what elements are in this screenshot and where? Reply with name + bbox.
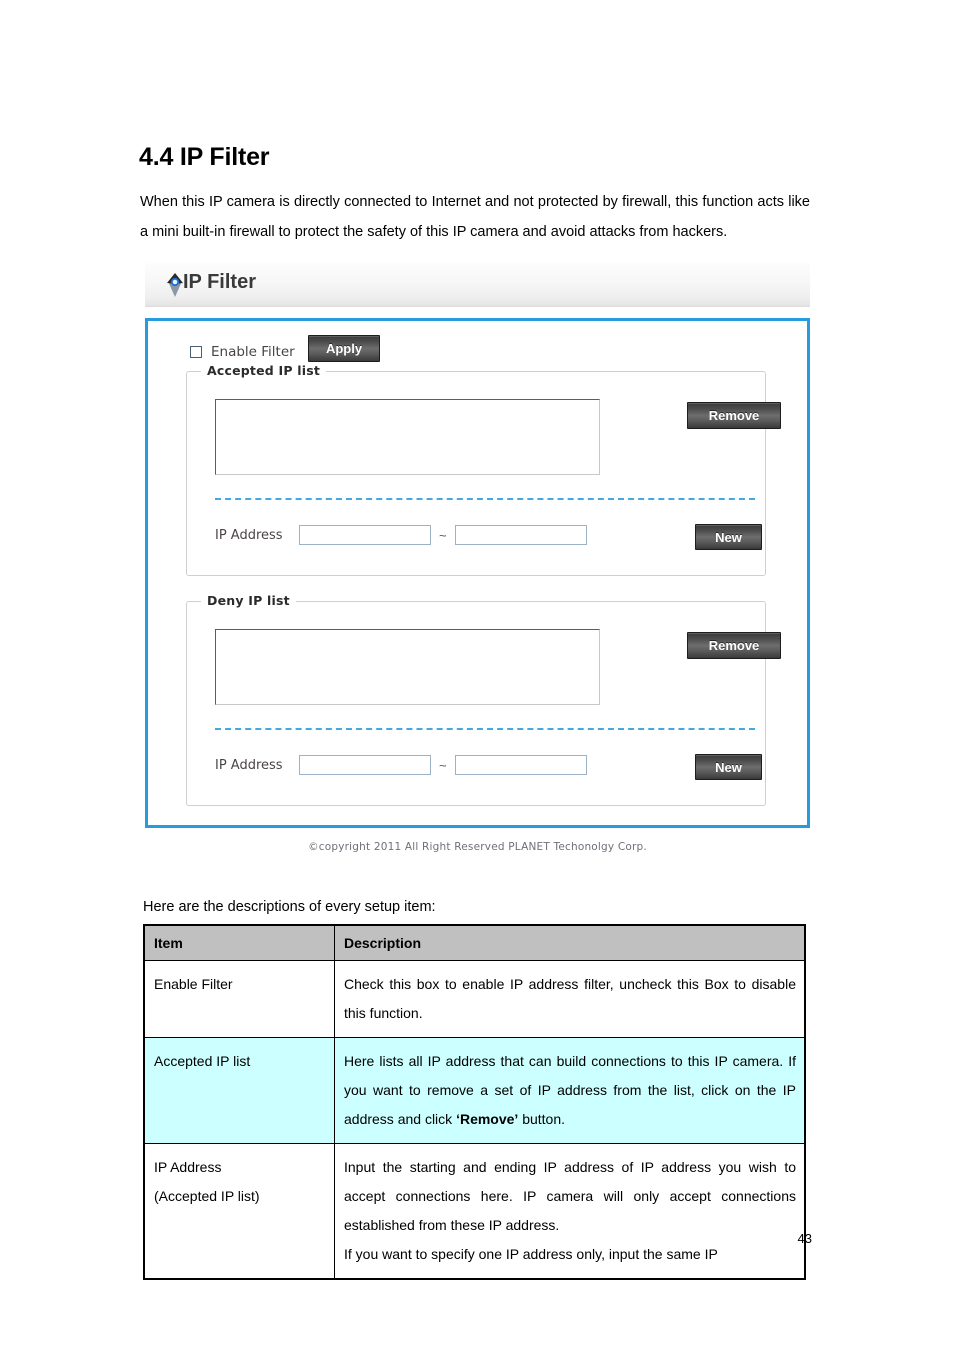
ip-filter-screenshot: IP Filter Enable Filter Apply Accepted I… [145,263,810,828]
accepted-ip-address-row: IP Address ~ [215,525,587,545]
accepted-ip-list-fieldset: Accepted IP list Remove IP Address ~ New [186,363,781,576]
accepted-ip-list-legend: Accepted IP list [201,363,327,378]
accepted-new-button[interactable]: New [695,524,762,550]
deny-ip-list-fieldset: Deny IP list Remove IP Address ~ New [186,593,781,806]
table-header-description: Description [334,924,806,961]
enable-filter-label: Enable Filter [211,344,295,360]
intro-paragraph: When this IP camera is directly connecte… [140,193,810,240]
table-cell-item: Accepted IP list [143,1037,335,1144]
table-cell-description: Check this box to enable IP address filt… [334,960,806,1038]
deny-ip-listbox[interactable] [215,629,600,705]
deny-remove-button[interactable]: Remove [687,632,781,659]
page-number: 43 [797,1231,812,1246]
table-row: Enable Filter Check this box to enable IP… [143,960,806,1038]
document-page: 4.4 IP Filter When this IP camera is dir… [0,0,954,1350]
table-cell-item: IP Address (Accepted IP list) [143,1143,335,1280]
page-title: 4.4 IP Filter [139,142,270,171]
deny-range-separator: ~ [439,757,447,773]
accepted-divider [215,498,755,500]
planet-diamond-logo-icon [165,271,185,299]
deny-ip-address-label: IP Address [215,757,283,773]
ip-filter-panel: Enable Filter Apply Accepted IP list Rem… [145,318,810,828]
apply-button[interactable]: Apply [308,335,380,362]
deny-ip-end-input[interactable] [454,755,587,775]
table-cell-description: Input the starting and ending IP address… [334,1143,806,1280]
accepted-range-separator: ~ [439,527,447,543]
screenshot-title: IP Filter [183,271,256,293]
table-header-row: Item Description [143,924,806,961]
table-row: IP Address (Accepted IP list) Input the st… [143,1143,806,1280]
deny-divider [215,728,755,730]
table-header-item: Item [143,924,335,961]
accepted-ip-start-input[interactable] [299,525,431,545]
deny-new-button[interactable]: New [695,754,762,780]
deny-ip-address-row: IP Address ~ [215,755,587,775]
accepted-ip-listbox[interactable] [215,399,600,475]
screenshot-header: IP Filter [145,263,810,307]
table-cell-item: Enable Filter [143,960,335,1038]
enable-filter-checkbox[interactable] [190,346,202,358]
enable-filter-row: Enable Filter [190,344,295,360]
descriptions-lead-in: Here are the descriptions of every setup… [143,899,436,915]
table-cell-description: Here lists all IP address that can build… [334,1037,806,1144]
deny-ip-list-legend: Deny IP list [201,593,296,608]
table-row: Accepted IP list Here lists all IP addres… [143,1037,806,1144]
copyright-notice: ©copyright 2011 All Right Reserved PLANE… [308,841,647,853]
setup-item-description-table: Item Description Enable Filter Check this… [143,924,806,1280]
accepted-ip-end-input[interactable] [454,525,587,545]
deny-ip-start-input[interactable] [299,755,431,775]
accepted-remove-button[interactable]: Remove [687,402,781,429]
accepted-ip-address-label: IP Address [215,527,283,543]
